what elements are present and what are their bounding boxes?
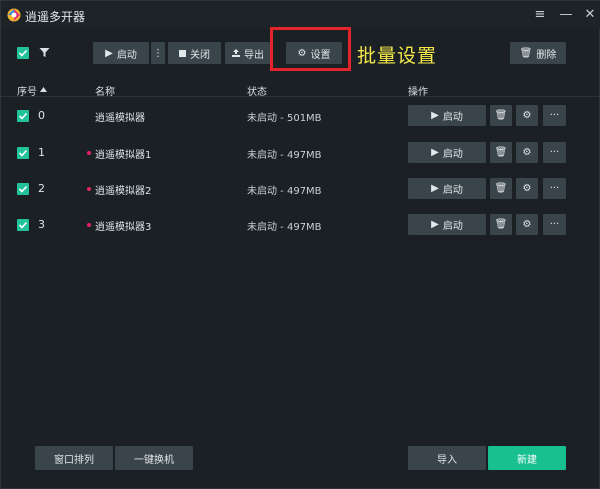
row-checkbox[interactable] — [17, 183, 29, 195]
title-bar: 逍遥多开器 ≡ — ✕ — [1, 1, 600, 29]
column-header-status: 状态 — [247, 87, 267, 98]
check-icon — [18, 185, 28, 193]
trash-icon: 🗑 — [519, 47, 533, 59]
table-row: 3 逍遥模拟器3 未启动 - 497MB ▶ 启动 🗑 ⚙ ··· — [1, 206, 600, 242]
row-start-label: 启动 — [442, 185, 463, 196]
play-icon: ▶ — [431, 147, 439, 158]
trash-icon: 🗑 — [494, 219, 508, 230]
more-dots-icon: ··· — [549, 183, 560, 194]
row-name: 逍遥模拟器1 — [95, 150, 152, 161]
row-checkbox[interactable] — [17, 110, 29, 122]
row-name: 逍遥模拟器2 — [95, 186, 152, 197]
more-dots-icon: ··· — [549, 219, 560, 230]
row-name: 逍遥模拟器3 — [95, 222, 152, 233]
column-header-no[interactable]: 序号 — [17, 83, 37, 98]
import-button[interactable]: 导入 — [408, 446, 486, 470]
row-status: 未启动 - 501MB — [247, 113, 322, 124]
start-options-button[interactable]: ⋮ — [151, 42, 165, 64]
column-header-ops: 操作 — [408, 87, 428, 98]
play-icon: ▶ — [431, 183, 439, 194]
status-dot — [87, 151, 91, 155]
minimize-icon[interactable]: — — [555, 5, 577, 25]
window-arrange-button[interactable]: 窗口排列 — [35, 446, 113, 470]
play-icon: ▶ — [431, 219, 439, 230]
more-dots-icon: ··· — [549, 147, 560, 158]
app-logo-icon — [7, 8, 21, 22]
row-delete-button[interactable]: 🗑 — [490, 178, 512, 199]
trash-icon: 🗑 — [494, 110, 508, 121]
export-button[interactable]: 导出 — [225, 42, 271, 64]
new-instance-button[interactable]: 新建 — [488, 446, 566, 470]
row-more-button[interactable]: ··· — [543, 142, 566, 163]
window-title: 逍遥多开器 — [25, 10, 86, 24]
highlight-box — [270, 27, 351, 71]
gear-icon: ⚙ — [522, 147, 532, 158]
table-header: 序号 名称 状态 操作 — [1, 81, 600, 98]
annotation-text: 批量设置 — [357, 45, 438, 67]
delete-label: 删除 — [536, 49, 557, 61]
row-start-label: 启动 — [442, 221, 463, 232]
row-start-button[interactable]: ▶ 启动 — [408, 178, 486, 199]
more-dots-icon: ··· — [549, 110, 560, 121]
status-dot — [87, 187, 91, 191]
delete-button[interactable]: 🗑 删除 — [510, 42, 566, 64]
start-all-button[interactable]: ▶ 启动 — [93, 42, 149, 64]
row-index: 0 — [38, 109, 45, 122]
close-all-label: 关闭 — [190, 49, 210, 61]
table-row: 1 逍遥模拟器1 未启动 - 497MB ▶ 启动 🗑 ⚙ ··· — [1, 134, 600, 170]
row-start-button[interactable]: ▶ 启动 — [408, 105, 486, 126]
row-delete-button[interactable]: 🗑 — [490, 105, 512, 126]
play-icon: ▶ — [431, 110, 439, 121]
check-icon — [18, 49, 28, 57]
close-all-button[interactable]: 关闭 — [168, 42, 221, 64]
row-index: 3 — [38, 218, 45, 231]
trash-icon: 🗑 — [494, 147, 508, 158]
row-start-label: 启动 — [442, 112, 463, 123]
check-icon — [18, 112, 28, 120]
row-more-button[interactable]: ··· — [543, 178, 566, 199]
row-index: 2 — [38, 182, 45, 195]
check-icon — [18, 149, 28, 157]
export-label: 导出 — [244, 49, 264, 61]
one-click-switch-button[interactable]: 一键换机 — [115, 446, 193, 470]
table-row: 0 逍遥模拟器 未启动 - 501MB ▶ 启动 🗑 ⚙ ··· — [1, 97, 600, 133]
check-icon — [18, 221, 28, 229]
row-start-button[interactable]: ▶ 启动 — [408, 214, 486, 235]
row-delete-button[interactable]: 🗑 — [490, 214, 512, 235]
row-index: 1 — [38, 146, 45, 159]
row-more-button[interactable]: ··· — [543, 105, 566, 126]
close-window-icon[interactable]: ✕ — [579, 5, 600, 25]
menu-icon[interactable]: ≡ — [529, 5, 551, 25]
gear-icon: ⚙ — [522, 183, 532, 194]
column-header-name: 名称 — [95, 87, 115, 98]
gear-icon: ⚙ — [522, 110, 532, 121]
start-all-label: 启动 — [116, 49, 137, 61]
row-name: 逍遥模拟器 — [95, 113, 145, 124]
vertical-dots-icon: ⋮ — [153, 47, 163, 59]
stop-icon — [179, 49, 186, 57]
row-more-button[interactable]: ··· — [543, 214, 566, 235]
table-row: 2 逍遥模拟器2 未启动 - 497MB ▶ 启动 🗑 ⚙ ··· — [1, 170, 600, 206]
row-status: 未启动 - 497MB — [247, 186, 322, 197]
export-icon — [232, 49, 240, 57]
select-all-checkbox[interactable] — [17, 47, 29, 59]
row-delete-button[interactable]: 🗑 — [490, 142, 512, 163]
row-settings-button[interactable]: ⚙ — [516, 214, 538, 235]
row-settings-button[interactable]: ⚙ — [516, 178, 538, 199]
sort-asc-icon[interactable] — [40, 87, 47, 92]
status-dot — [87, 223, 91, 227]
row-checkbox[interactable] — [17, 219, 29, 231]
row-start-button[interactable]: ▶ 启动 — [408, 142, 486, 163]
row-status: 未启动 - 497MB — [247, 150, 322, 161]
trash-icon: 🗑 — [494, 183, 508, 194]
filter-icon[interactable] — [39, 47, 50, 58]
row-settings-button[interactable]: ⚙ — [516, 142, 538, 163]
multi-instance-manager-window: 逍遥多开器 ≡ — ✕ ▶ 启动 ⋮ 关闭 导出 ⚙ 设置 🗑 删除 批量设置 … — [0, 0, 600, 489]
row-settings-button[interactable]: ⚙ — [516, 105, 538, 126]
play-icon: ▶ — [105, 47, 113, 59]
row-status: 未启动 - 497MB — [247, 222, 322, 233]
gear-icon: ⚙ — [522, 219, 532, 230]
row-checkbox[interactable] — [17, 147, 29, 159]
row-start-label: 启动 — [442, 149, 463, 160]
